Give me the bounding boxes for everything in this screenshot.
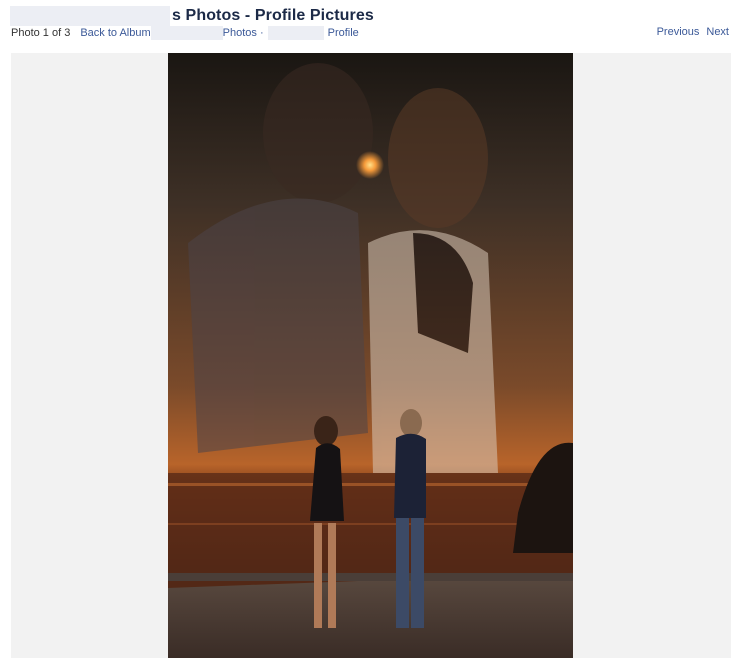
page-title: s Photos - Profile Pictures — [172, 7, 374, 24]
next-link[interactable]: Next — [706, 26, 729, 38]
photo-navigation: Photo 1 of 3 Back to Album Photos · Prof… — [11, 26, 729, 42]
back-to-album-link[interactable]: Back to Album — [80, 27, 150, 39]
nav-right: Previous Next — [657, 26, 729, 38]
photo-counter: Photo 1 of 3 — [11, 27, 71, 39]
redacted-album-name — [150, 26, 223, 40]
previous-link[interactable]: Previous — [657, 26, 700, 38]
redacted-name — [10, 6, 170, 26]
photos-link[interactable]: Photos · — [223, 27, 264, 39]
redacted-owner-name — [267, 26, 324, 40]
profile-photo[interactable] — [168, 53, 573, 658]
nav-left: Photo 1 of 3 Back to Album Photos · Prof… — [11, 26, 359, 40]
profile-link[interactable]: Profile — [328, 27, 359, 39]
header: s Photos - Profile Pictures — [10, 5, 374, 27]
photo-image — [168, 53, 573, 658]
photo-stage — [11, 53, 731, 658]
